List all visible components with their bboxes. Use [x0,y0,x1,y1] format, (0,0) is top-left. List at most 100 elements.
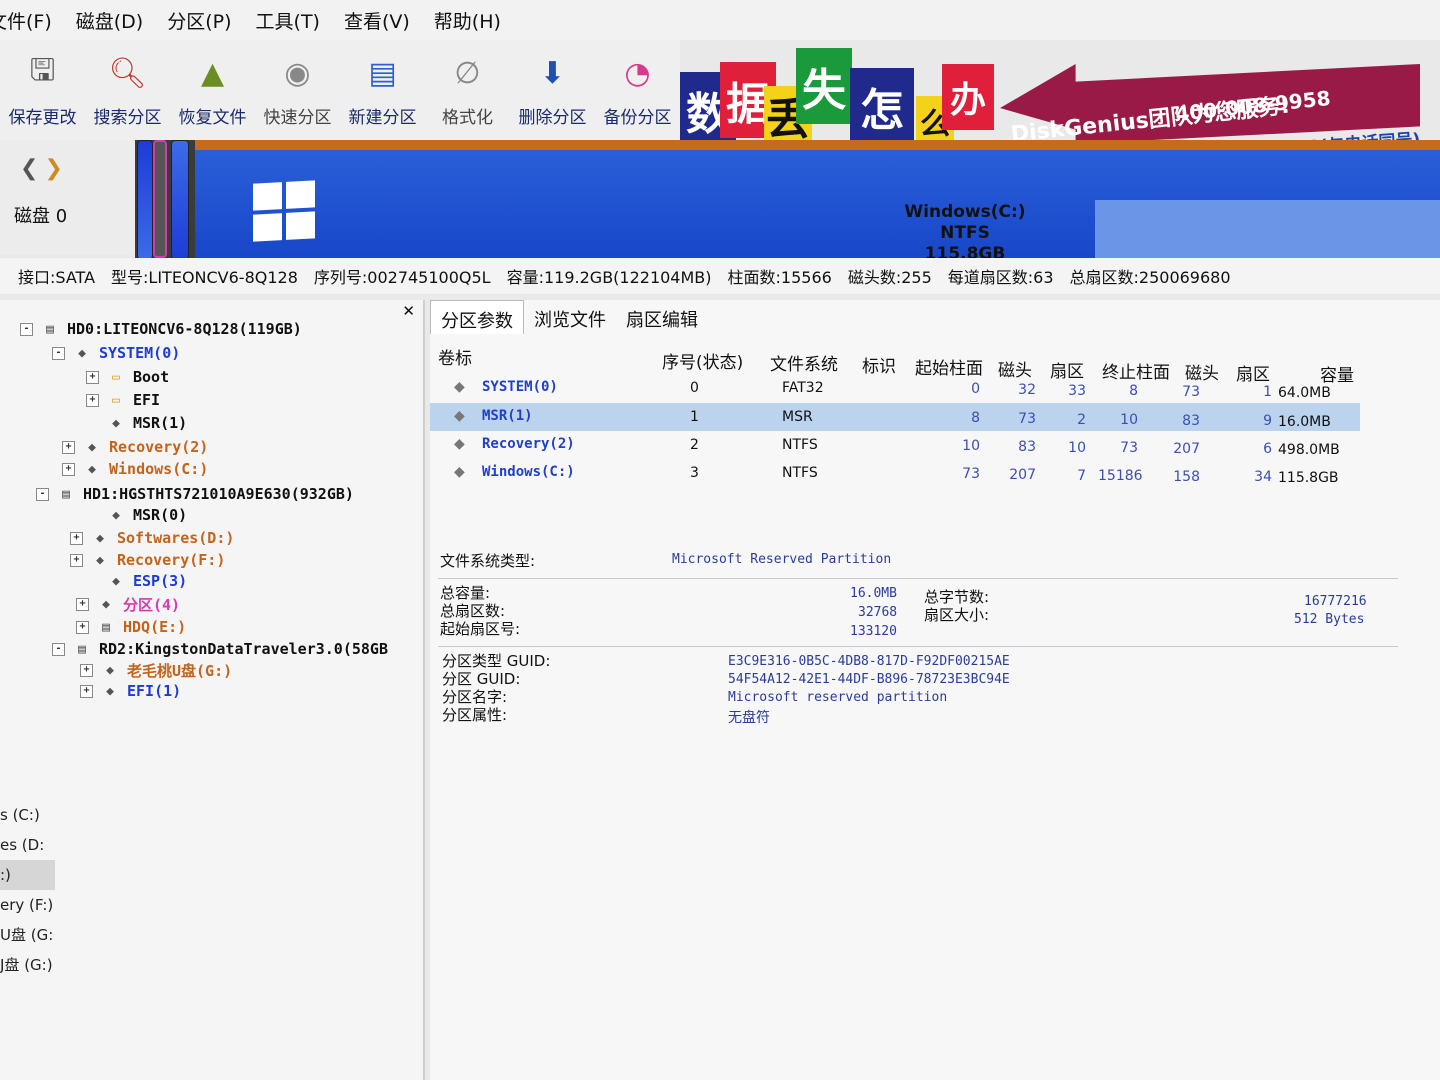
disk-navigator: ❮❯ 磁盘 0 [0,140,135,255]
tab-browse-files[interactable]: 浏览文件 [524,300,616,334]
collapse-icon[interactable]: - [36,487,49,501]
tree-part-msr[interactable]: ◆ MSR(1) [86,412,187,434]
quick-partition-button[interactable]: ◉ 快速分区 [255,40,340,140]
col-index[interactable]: 序号(状态) [662,348,743,373]
hard-disk-icon: ▤ [102,619,110,635]
table-row[interactable]: ◆ Recovery(2) 2 NTFS 10 83 10 73 207 6 498.0MB [430,431,1360,459]
explorer-side-item[interactable]: s (C:) [0,800,55,830]
tree-part-hdq[interactable]: + ▤ HDQ(E:) [76,616,186,638]
tree-node-label: HD1:HGSTHTS721010A9E630(932GB) [83,485,354,503]
col-fs[interactable]: 文件系统 [770,350,838,375]
tree-part-system[interactable]: - ◆ SYSTEM(0) [52,342,180,364]
menu-help[interactable]: 帮助(H) [434,7,501,34]
save-changes-button[interactable]: 🖫 保存更改 [0,40,85,140]
tree-part-efi1[interactable]: + ◆ EFI(1) [80,680,181,702]
partition-segment-windows-top [195,140,1440,150]
tab-partition-params[interactable]: 分区参数 [430,300,524,334]
guid-value: 54F54A12-42E1-44DF-B896-78723E3BC94E [728,672,1010,687]
expand-icon[interactable]: + [76,620,89,634]
table-cell: 0 [971,381,980,398]
partition-segment-recovery[interactable] [171,140,189,260]
tree-folder-efi[interactable]: + ▭ EFI [86,389,160,411]
recover-files-button[interactable]: ▲ 恢复文件 [170,40,255,140]
table-cell: 33 [1068,382,1086,399]
table-cell: FAT32 [782,380,824,397]
expand-icon[interactable]: + [86,393,99,407]
tree-node-label: Recovery(F:) [117,551,226,569]
expand-icon[interactable]: + [62,462,75,476]
tree-disk-hd0[interactable]: - ▤ HD0:LITEONCV6-8Q128(119GB) [20,318,302,340]
start-sector-value: 133120 [850,624,897,639]
tree-part-recovery[interactable]: + ◆ Recovery(2) [62,436,208,458]
table-row[interactable]: ◆ MSR(1) 1 MSR 8 73 2 10 83 9 16.0MB [430,403,1360,431]
expand-icon[interactable]: + [70,531,83,545]
explorer-side-item[interactable]: J盘 (G:) [0,950,55,980]
table-row[interactable]: ◆ SYSTEM(0) 0 FAT32 0 32 33 8 73 1 64.0MB [430,374,1360,402]
menu-view[interactable]: 查看(V) [344,7,410,34]
expand-icon[interactable]: + [70,553,83,567]
tree-part-laomaotao[interactable]: + ◆ 老毛桃U盘(G:) [80,659,232,681]
expand-icon[interactable]: + [86,370,99,384]
menu-partition[interactable]: 分区(P) [167,7,231,34]
hard-disk-icon: ▤ [62,486,70,502]
tree-folder-boot[interactable]: + ▭ Boot [86,366,169,388]
tree-part-recovery-f[interactable]: + ◆ Recovery(F:) [70,549,225,571]
tree-disk-rd2[interactable]: - ▤ RD2:KingstonDataTraveler3.0(58GB [52,638,388,660]
col-label[interactable]: 卷标 [438,344,472,369]
table-cell: Recovery(2) [482,436,575,452]
chevron-left-icon[interactable]: ❮ [20,156,44,181]
folder-icon: ▭ [112,369,120,385]
tree-node-label: RD2:KingstonDataTraveler3.0(58GB [99,640,388,658]
table-cell: 83 [1182,412,1200,429]
partition-icon: ◆ [106,662,114,678]
explorer-side-item[interactable]: U盘 (G: [0,920,55,950]
disk-nav-arrows[interactable]: ❮❯ [20,156,69,181]
menu-tools[interactable]: 工具(T) [256,7,320,34]
search-partition-button[interactable]: 🔍︎ 搜索分区 [85,40,170,140]
explorer-side-item[interactable]: ery (F:) [0,890,55,920]
tree-node-label: SYSTEM(0) [99,344,181,362]
backup-partition-button[interactable]: ◔ 备份分区 [595,40,680,140]
tree-part-esp[interactable]: ◆ ESP(3) [86,570,187,592]
disk-model: 型号:LITEONCV6-8Q128 [111,268,298,287]
delete-partition-button[interactable]: ⬇ 删除分区 [510,40,595,140]
new-partition-button[interactable]: ▤ 新建分区 [340,40,425,140]
table-cell: 34 [1254,469,1272,486]
close-icon[interactable]: ✕ [402,302,415,320]
collapse-icon[interactable]: - [52,346,65,360]
tree-part-softwares[interactable]: + ◆ Softwares(D:) [70,527,234,549]
menu-disk[interactable]: 磁盘(D) [76,7,143,34]
table-cell: 1 [690,408,699,425]
partition-segment-system[interactable] [137,140,153,260]
table-cell: 73 [1120,440,1138,457]
tree-node-label: MSR(0) [133,506,188,524]
format-button[interactable]: ∅ 格式化 [425,40,510,140]
banner-tile: 怎 [850,68,914,144]
menu-bar: 文件(F) 磁盘(D) 分区(P) 工具(T) 查看(V) 帮助(H) [0,0,1440,40]
total-capacity-value: 16.0MB [850,586,897,601]
table-row[interactable]: ◆ Windows(C:) 3 NTFS 73 207 7 15186 158 34 115.8GB [430,459,1360,487]
tree-part-msr0[interactable]: ◆ MSR(0) [86,504,187,526]
explorer-side-item[interactable]: :) [0,860,55,890]
table-cell: 73 [1182,383,1200,400]
collapse-icon[interactable]: - [20,322,33,336]
expand-icon[interactable]: + [76,597,89,611]
expand-icon[interactable]: + [80,663,93,677]
partition-icon: ◆ [88,439,96,455]
collapse-icon[interactable]: - [52,642,65,656]
disk-partition-map[interactable]: Windows(C:) NTFS 115.8GB [135,140,1440,264]
tree-part-4[interactable]: + ◆ 分区(4) [76,593,180,615]
expand-icon[interactable]: + [62,440,75,454]
menu-file[interactable]: 文件(F) [0,7,52,34]
table-cell: NTFS [782,465,818,482]
expand-icon[interactable]: + [80,684,93,698]
table-cell: 2 [1077,411,1086,428]
tree-disk-hd1[interactable]: - ▤ HD1:HGSTHTS721010A9E630(932GB) [36,483,354,505]
disk-interface: 接口:SATA [18,268,96,287]
explorer-side-item[interactable]: es (D: [0,830,55,860]
chevron-right-icon[interactable]: ❯ [44,156,68,181]
partition-segment-msr[interactable] [153,140,167,258]
tab-sector-edit[interactable]: 扇区编辑 [616,300,708,334]
partition-segment-label: Windows(C:) NTFS 115.8GB [904,202,1026,264]
tree-part-windows[interactable]: + ◆ Windows(C:) [62,458,208,480]
